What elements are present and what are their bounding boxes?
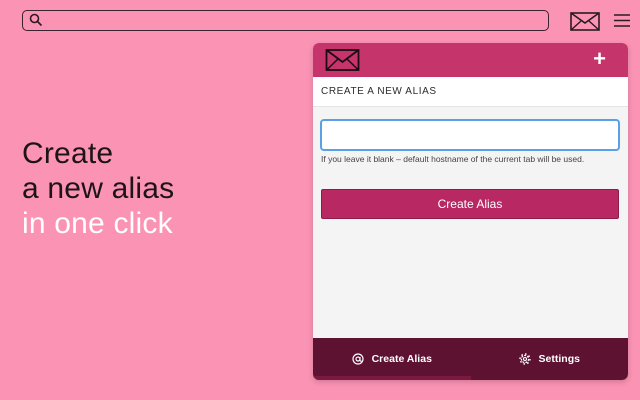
extension-popup: + CREATE A NEW ALIAS If you leave it bla… (313, 43, 628, 380)
tab-create-alias-label: Create Alias (371, 353, 432, 365)
promo-headline: Create a new alias in one click (22, 136, 174, 241)
section-title: CREATE A NEW ALIAS (313, 77, 628, 107)
envelope-logo-icon (325, 49, 360, 71)
add-alias-button[interactable]: + (593, 48, 606, 70)
promo-line-1: Create (22, 137, 114, 170)
input-hint: If you leave it blank – default hostname… (321, 154, 585, 164)
promo-line-3: in one click (22, 207, 173, 240)
tab-settings[interactable]: Settings (471, 338, 629, 380)
hamburger-menu-icon[interactable] (614, 14, 630, 27)
mail-icon[interactable] (570, 11, 600, 31)
alias-input[interactable] (320, 119, 620, 151)
promo-line-2: a new alias (22, 172, 175, 205)
popup-footer-nav: Create Alias Settings (313, 338, 628, 380)
at-icon (351, 353, 364, 365)
popup-header: + (313, 43, 628, 77)
create-alias-button[interactable]: Create Alias (321, 189, 619, 219)
gear-icon (518, 353, 531, 365)
search-icon (29, 13, 43, 27)
tab-create-alias[interactable]: Create Alias (313, 338, 471, 380)
browser-search-bar[interactable] (22, 10, 549, 31)
tab-settings-label: Settings (538, 353, 580, 365)
